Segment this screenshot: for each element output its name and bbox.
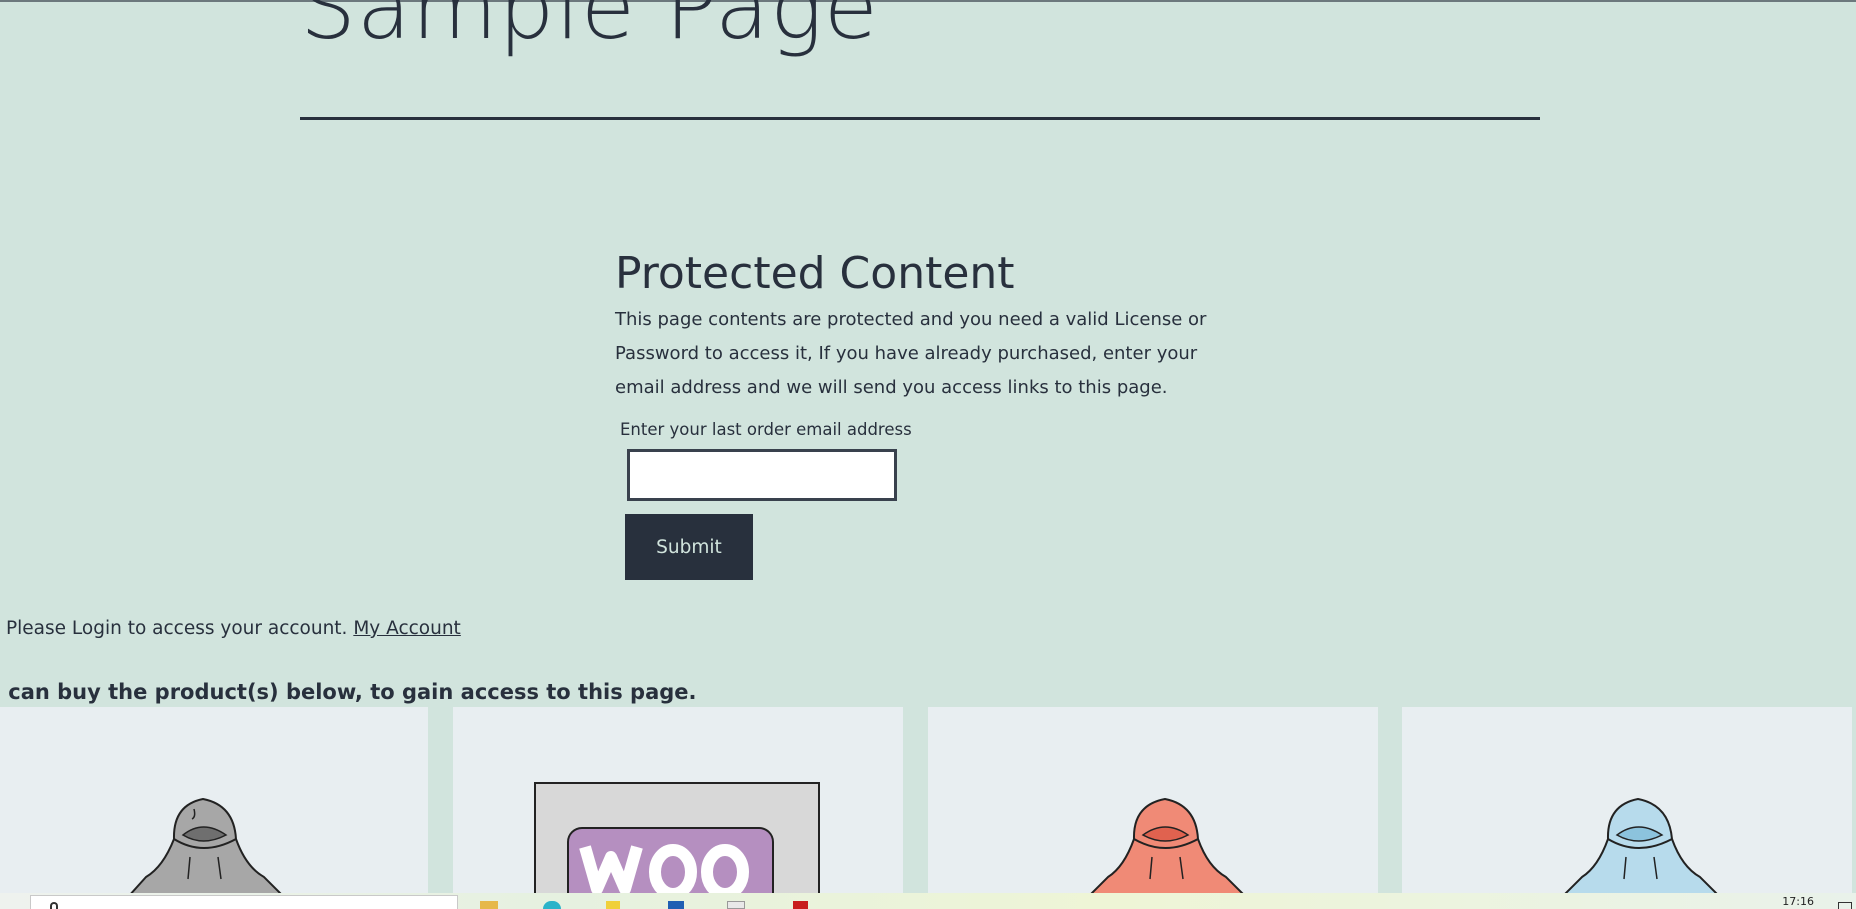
login-text: Please Login to access your account.	[6, 618, 348, 639]
red-hoodie-image	[1086, 797, 1248, 897]
blue-hoodie-image	[1560, 797, 1722, 897]
product-card[interactable]	[1402, 707, 1852, 897]
browser-viewport: Sample Page Protected Content This page …	[0, 0, 1856, 909]
protected-heading: Protected Content	[615, 248, 1015, 299]
product-card[interactable]	[0, 707, 428, 897]
protected-description: This page contents are protected and you…	[615, 309, 1207, 398]
top-border	[0, 0, 1856, 2]
sticky-notes-icon[interactable]	[606, 901, 620, 909]
protected-content-section: Protected Content This page contents are…	[615, 245, 1215, 405]
pdf-icon[interactable]	[793, 901, 808, 909]
grey-hoodie-image	[126, 797, 286, 897]
taskbar-clock[interactable]: 17:16	[1782, 895, 1814, 909]
buy-products-heading: u can buy the product(s) below, to gain …	[0, 680, 697, 704]
submit-button[interactable]: Submit	[625, 514, 753, 580]
login-message: Please Login to access your account. My …	[6, 616, 461, 642]
woo-logo-image	[534, 782, 820, 897]
product-card[interactable]	[453, 707, 903, 897]
taskbar-search-box[interactable]	[30, 895, 458, 909]
edge-browser-icon[interactable]	[543, 901, 561, 909]
notification-icon[interactable]	[1838, 902, 1852, 909]
page-title: Sample Page	[300, 0, 879, 59]
search-icon	[50, 902, 58, 909]
my-account-link[interactable]: My Account	[353, 618, 461, 639]
email-label: Enter your last order email address	[620, 420, 912, 439]
email-input[interactable]	[627, 449, 897, 501]
app-icon[interactable]	[668, 901, 684, 909]
title-divider	[300, 117, 1540, 120]
product-card[interactable]	[928, 707, 1378, 897]
file-explorer-icon[interactable]	[480, 901, 498, 909]
notepad-icon[interactable]	[727, 901, 745, 909]
